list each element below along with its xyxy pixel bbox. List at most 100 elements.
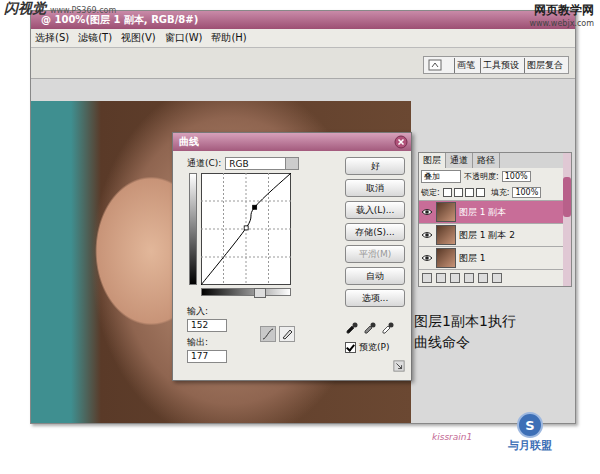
lock-icon[interactable] <box>443 188 452 197</box>
watermark-left: 闪视觉www.PS369.com <box>4 0 116 18</box>
layer-tool-icon[interactable] <box>422 273 432 283</box>
layer-row[interactable]: 图层 1 副本 <box>419 200 563 223</box>
dialog-button[interactable]: 取消 <box>345 179 405 197</box>
layer-tool-icon[interactable] <box>492 273 502 283</box>
layers-panel-main: 图层通道路径叠加不透明度:100%锁定:填充:100%图层 1 副本图层 1 副… <box>419 153 563 286</box>
layer-tool-icon[interactable] <box>450 273 460 283</box>
palette-tab[interactable]: 画笔 <box>454 58 477 73</box>
preview-checkbox-row[interactable]: 预览(P) <box>345 341 405 354</box>
layer-tool-icon[interactable] <box>436 273 446 283</box>
channel-row: 通道(C): RGB <box>187 157 339 170</box>
layer-tool-icon[interactable] <box>478 273 488 283</box>
lock-label: 锁定: <box>421 187 440 198</box>
output-label: 输出: <box>187 336 227 349</box>
watermark-logo: 网页教学网 <box>534 2 594 19</box>
panel-tab[interactable]: 通道 <box>446 153 473 168</box>
eyedroppers <box>345 321 405 335</box>
badge-logo: S <box>517 412 543 438</box>
page: @ 100%(图层 1 副本, RGB/8#) 选择(S) 滤镜(T) 视图(V) 窗口… <box>0 0 600 474</box>
dialog-title-bar: 曲线 <box>173 133 411 151</box>
input-field-row: 输入:152 <box>187 305 227 332</box>
output-gradient-bar <box>189 173 197 285</box>
menu-item[interactable]: 视图(V) <box>121 31 156 45</box>
graph-row <box>189 173 339 285</box>
palette-well-icon[interactable] <box>427 57 443 73</box>
input-field[interactable]: 152 <box>187 319 227 332</box>
eye-icon[interactable] <box>421 206 433 218</box>
curve-tool-icon[interactable] <box>260 326 276 342</box>
lock-icon[interactable] <box>476 188 485 197</box>
dialog-buttons: 好取消载入(L)...存储(S)...平滑(M)自动选项...预览(P) <box>345 157 405 372</box>
input-output-row: 输入:152 输出:177 <box>187 305 339 363</box>
layer-row[interactable]: 图层 1 副本 2 <box>419 223 563 246</box>
blend-mode-select[interactable]: 叠加 <box>421 170 461 183</box>
caption: 图层1副本1执行曲线命令 <box>414 313 516 352</box>
dropdown-arrow-icon <box>285 158 298 169</box>
fill-label: 填充: <box>491 187 510 198</box>
site-badge: S与月联盟 <box>508 412 552 453</box>
io-fields: 输入:152 输出:177 <box>187 305 227 363</box>
opacity-field[interactable]: 100% <box>502 171 531 182</box>
layers-toolbar <box>419 269 563 286</box>
layer-name: 图层 1 <box>459 252 486 265</box>
menu-bar: 选择(S) 滤镜(T) 视图(V) 窗口(W) 帮助(H) <box>31 29 575 48</box>
menu-item[interactable]: 滤镜(T) <box>78 31 112 45</box>
panel-tab[interactable]: 路径 <box>473 153 500 168</box>
dialog-title: 曲线 <box>179 135 199 149</box>
close-icon[interactable] <box>394 135 408 149</box>
eyedropper-icon[interactable] <box>363 321 377 335</box>
expand-icon[interactable] <box>393 360 405 372</box>
caption-line: 图层1副本1执行 <box>414 313 516 331</box>
palette-tab[interactable]: 工具预设 <box>480 58 521 73</box>
window-title: @ 100%(图层 1 副本, RGB/8#) <box>41 13 198 27</box>
signature: kissrain1 <box>432 432 472 442</box>
palette-tab[interactable]: 图层复合 <box>524 58 565 73</box>
layer-row[interactable]: 图层 1 <box>419 246 563 269</box>
preview-checkbox[interactable] <box>345 342 356 353</box>
scrollbar[interactable] <box>563 153 571 286</box>
input-label: 输入: <box>187 305 227 318</box>
curve-graph[interactable] <box>201 173 291 285</box>
pencil-icon[interactable] <box>279 326 295 342</box>
eye-icon[interactable] <box>421 229 433 241</box>
eyedropper-icon[interactable] <box>381 321 395 335</box>
panel-tab[interactable]: 图层 <box>419 153 446 168</box>
dialog-body: 通道(C): RGB 输入:152 输出:177 好取消载入(L)... 存储(S)...… <box>173 151 411 380</box>
layer-tool-icon[interactable] <box>464 273 474 283</box>
options-bar: 画笔工具预设图层复合 <box>31 48 575 79</box>
input-bar-row <box>201 288 339 296</box>
preview-label: 预览(P) <box>359 341 389 354</box>
scroll-thumb[interactable] <box>563 177 571 217</box>
swap-icon[interactable] <box>254 288 266 298</box>
layer-thumbnail <box>436 225 456 245</box>
watermark-url: www.PS369.com <box>50 6 116 15</box>
eye-icon[interactable] <box>421 252 433 264</box>
layers-panel: 图层通道路径叠加不透明度:100%锁定:填充:100%图层 1 副本图层 1 副… <box>418 152 572 287</box>
fill-field[interactable]: 100% <box>512 187 541 198</box>
dialog-button[interactable]: 载入(L)... <box>345 201 405 219</box>
blend-row: 叠加不透明度:100% <box>419 168 563 185</box>
layer-name: 图层 1 副本 2 <box>459 229 515 242</box>
curves-dialog: 曲线通道(C): RGB 输入:152 输出:177 好取消载入(L)... 存储(S).… <box>172 132 412 381</box>
layer-thumbnail <box>436 202 456 222</box>
opacity-label: 不透明度: <box>464 171 499 182</box>
dialog-button[interactable]: 存储(S)... <box>345 223 405 241</box>
channel-label: 通道(C): <box>187 157 221 170</box>
dialog-button[interactable]: 自动 <box>345 267 405 285</box>
menu-item[interactable]: 帮助(H) <box>211 31 246 45</box>
layers-tabs: 图层通道路径 <box>419 153 563 168</box>
caption-line: 曲线命令 <box>414 334 516 352</box>
curves-area: 通道(C): RGB 输入:152 输出:177 <box>181 157 339 372</box>
dialog-button[interactable]: 选项... <box>345 289 405 307</box>
channel-select[interactable]: RGB <box>225 157 299 170</box>
badge-text: 与月联盟 <box>508 438 552 453</box>
menu-item[interactable]: 选择(S) <box>35 31 69 45</box>
output-field[interactable]: 177 <box>187 350 227 363</box>
lock-icon[interactable] <box>454 188 463 197</box>
lock-icon[interactable] <box>465 188 474 197</box>
lock-icons <box>443 188 485 197</box>
eyedropper-icon[interactable] <box>345 321 359 335</box>
menu-item[interactable]: 窗口(W) <box>165 31 203 45</box>
watermark-right: 网页教学网www.webjx.com <box>529 2 594 28</box>
dialog-button[interactable]: 好 <box>345 157 405 175</box>
